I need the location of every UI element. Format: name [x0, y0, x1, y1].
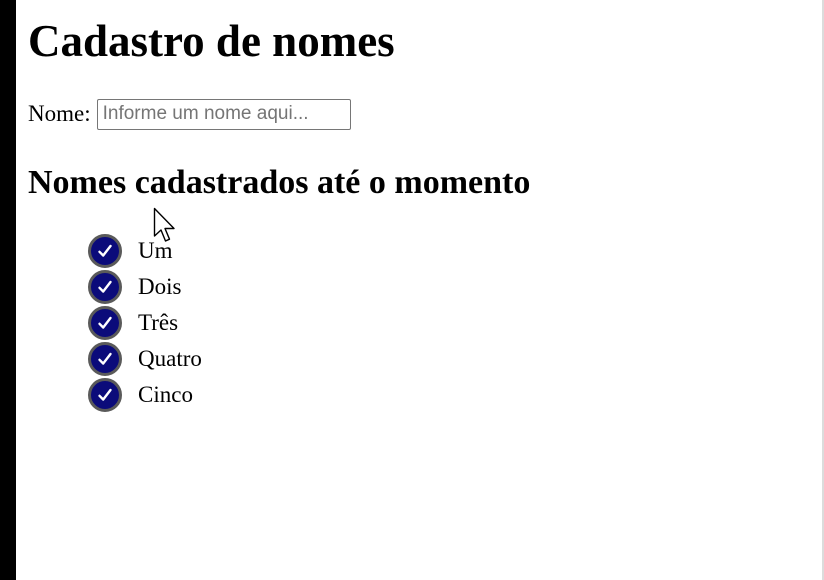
- check-circle-icon[interactable]: [88, 306, 122, 340]
- page-title: Cadastro de nomes: [28, 16, 395, 66]
- list-item: Três: [88, 305, 202, 341]
- list-item-label: Três: [138, 310, 179, 335]
- check-circle-icon[interactable]: [88, 270, 122, 304]
- names-list: Um Dois Três Quatro Cinco: [88, 233, 202, 413]
- name-label: Nome:: [28, 101, 91, 126]
- list-item-label: Cinco: [138, 382, 193, 407]
- list-item: Um: [88, 233, 202, 269]
- list-item-label: Quatro: [138, 346, 202, 371]
- name-form-row: Nome:: [28, 98, 351, 130]
- check-circle-icon[interactable]: [88, 378, 122, 412]
- name-input[interactable]: [96, 98, 351, 130]
- browser-viewport: Cadastro de nomes Nome: Nomes cadastrado…: [0, 0, 824, 580]
- list-item: Quatro: [88, 341, 202, 377]
- check-circle-icon[interactable]: [88, 234, 122, 268]
- list-item: Cinco: [88, 377, 202, 413]
- list-item-label: Um: [138, 238, 173, 263]
- check-circle-icon[interactable]: [88, 342, 122, 376]
- left-edge-bar: [0, 0, 16, 580]
- list-heading: Nomes cadastrados até o momento: [28, 164, 531, 201]
- list-item: Dois: [88, 269, 202, 305]
- list-item-label: Dois: [138, 274, 182, 299]
- page-content: Cadastro de nomes Nome: Nomes cadastrado…: [28, 0, 822, 580]
